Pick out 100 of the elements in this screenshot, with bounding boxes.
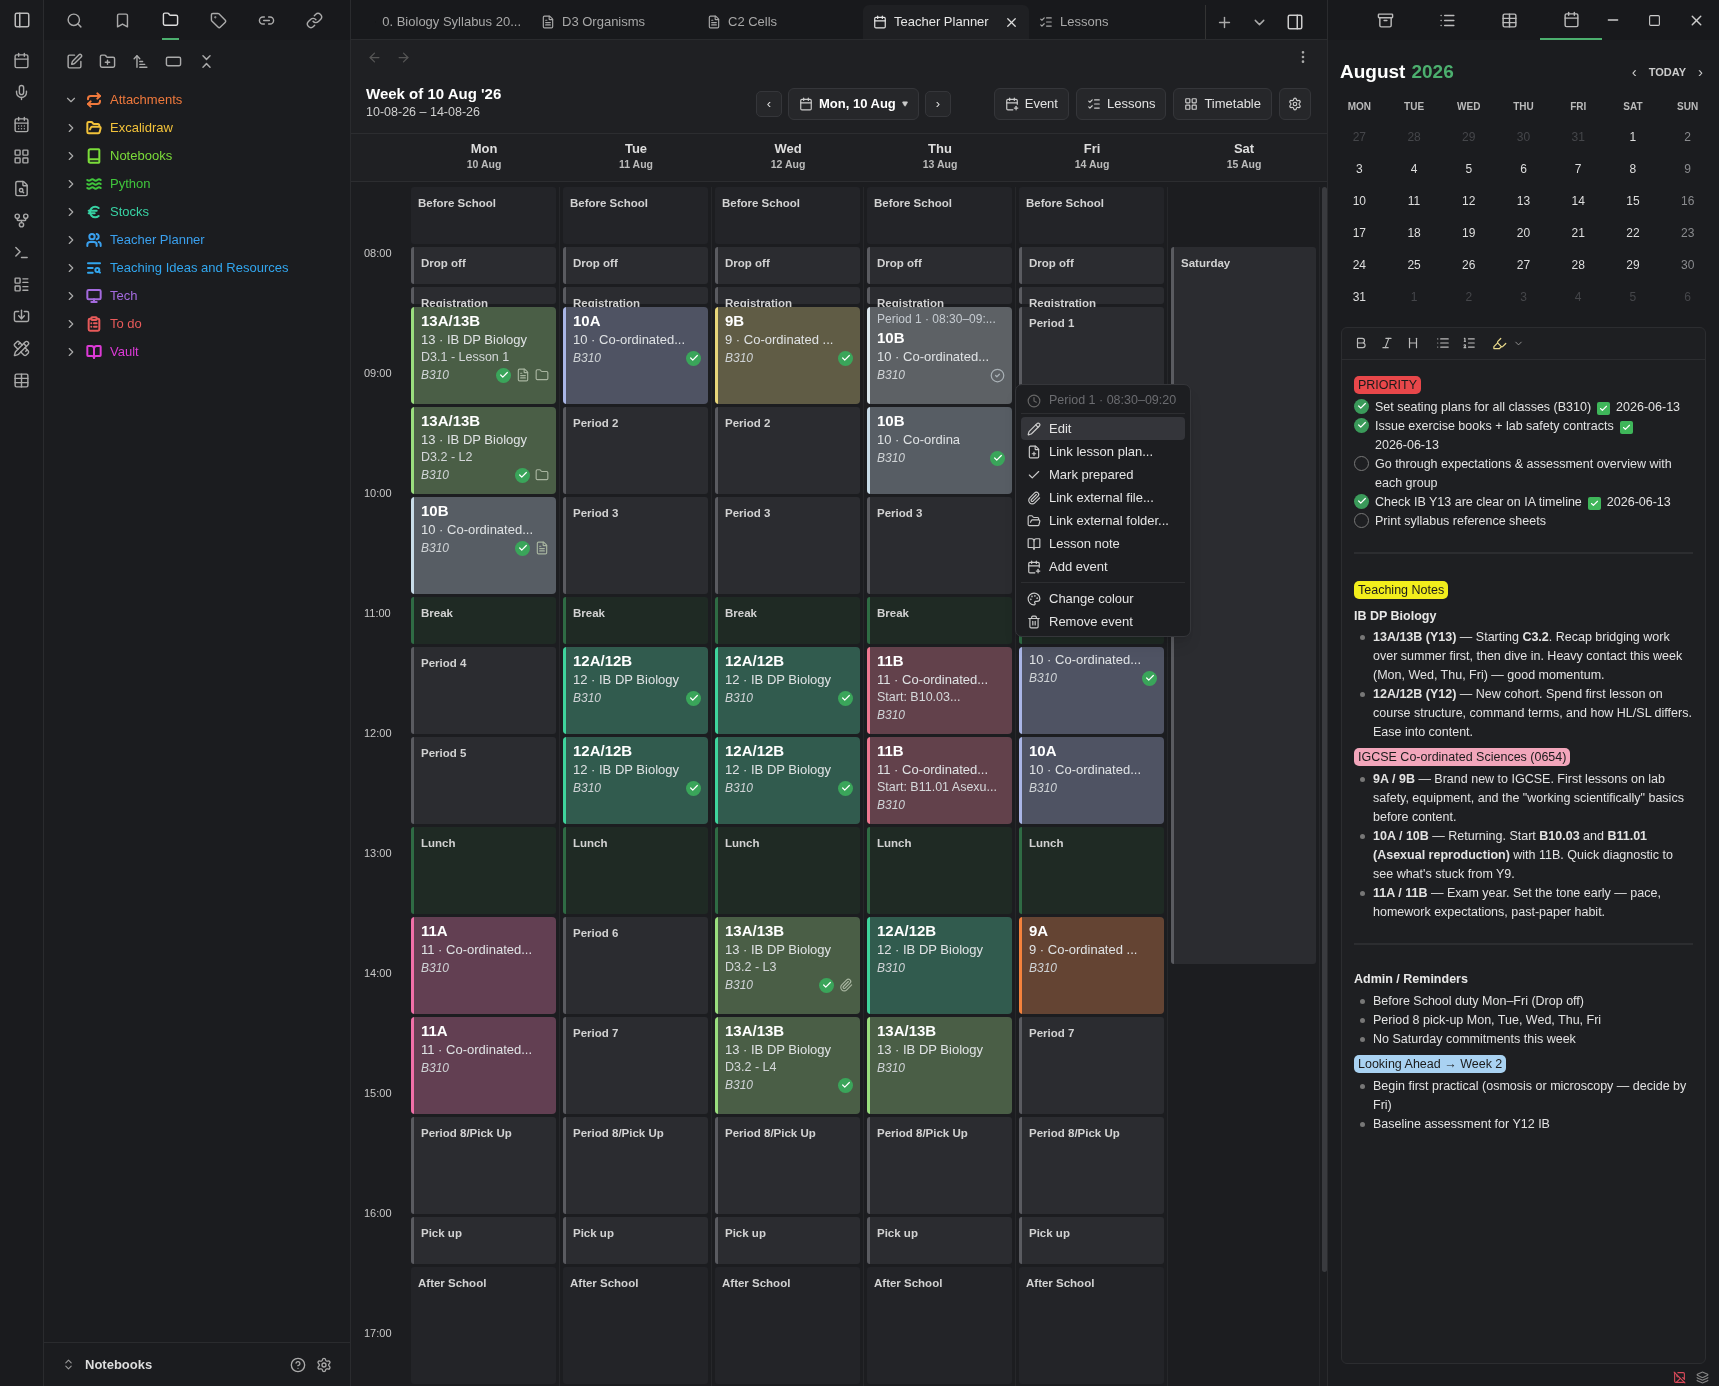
calendar-day[interactable]: 3: [1356, 159, 1363, 178]
maximize-icon[interactable]: [1648, 13, 1661, 27]
calendar-day[interactable]: 15: [1626, 191, 1640, 210]
calendar-day[interactable]: 27: [1516, 255, 1531, 274]
tree-item[interactable]: Vault: [44, 338, 350, 366]
archive-icon[interactable]: [1376, 11, 1394, 29]
bullet-list-icon[interactable]: [1436, 336, 1450, 350]
menu-item[interactable]: Link external folder...: [1021, 509, 1185, 532]
calendar-day[interactable]: 17: [1352, 223, 1367, 242]
calendar-day[interactable]: 16: [1680, 191, 1695, 210]
calendar-icon[interactable]: [1562, 10, 1580, 28]
bold-icon[interactable]: [1354, 336, 1368, 350]
calendar-day[interactable]: 12: [1462, 191, 1476, 210]
sort-icon[interactable]: [132, 52, 149, 70]
calendar-day[interactable]: 11: [1407, 191, 1421, 210]
italic-icon[interactable]: [1380, 336, 1394, 350]
settings-button[interactable]: [1279, 87, 1311, 120]
lesson-card[interactable]: 10A 10 · Co-ordinated... B310: [1019, 737, 1164, 824]
tree-item[interactable]: Tech: [44, 282, 350, 310]
table-icon[interactable]: [1500, 11, 1518, 29]
lesson-card[interactable]: 12A/12B 12 · IB DP Biology B310: [867, 917, 1012, 1014]
grid-icon[interactable]: [13, 148, 30, 165]
calendar-day[interactable]: 31: [1352, 287, 1367, 306]
lesson-card[interactable]: 13A/13B 13 · IB DP Biology D3.2 - L2 B310: [411, 407, 556, 494]
tab[interactable]: D3 Organisms: [531, 5, 697, 39]
new-folder-icon[interactable]: [99, 52, 116, 70]
tab[interactable]: 0. Biology Syllabus 20...: [365, 5, 531, 39]
bookmark-icon[interactable]: [114, 11, 131, 29]
microphone-icon[interactable]: [13, 84, 30, 101]
tree-item[interactable]: Teaching Ideas and Resources: [44, 254, 350, 282]
lesson-card[interactable]: 9A 9 · Co-ordinated ... B310: [1019, 917, 1164, 1014]
lesson-card[interactable]: 11A 11 · Co-ordinated... B310: [411, 917, 556, 1014]
date-picker-button[interactable]: Mon, 10 Aug: [788, 87, 919, 120]
calendar-icon[interactable]: [13, 52, 30, 69]
lesson-card[interactable]: 10B 10 · Co-ordina B310: [867, 407, 1012, 494]
tree-item[interactable]: To do: [44, 310, 350, 338]
calendar-day[interactable]: 4: [1410, 159, 1418, 178]
calendar-day[interactable]: 6: [1520, 159, 1527, 178]
calendar-day[interactable]: 8: [1629, 159, 1637, 178]
lesson-card[interactable]: 13A/13B 13 · IB DP Biology D3.1 - Lesson 1 B310: [411, 307, 556, 404]
calendar-day[interactable]: 30: [1680, 255, 1695, 274]
checkbox[interactable]: [1354, 398, 1369, 414]
calendar-icon[interactable]: [13, 116, 30, 133]
right-panel-icon[interactable]: [1286, 13, 1304, 31]
tree-item[interactable]: Notebooks: [44, 142, 350, 170]
lesson-card[interactable]: 13A/13B 13 · IB DP Biology D3.2 - L3 B310: [715, 917, 860, 1014]
tree-item[interactable]: Stocks: [44, 198, 350, 226]
lesson-card[interactable]: Period 1 · 08:30–09:... 10B 10 · Co-ordinated... B310: [867, 307, 1012, 404]
calendar-day[interactable]: 23: [1680, 223, 1695, 242]
checkbox[interactable]: [1354, 417, 1369, 433]
previous-week-button[interactable]: ‹: [756, 90, 782, 117]
calendar-day[interactable]: 25: [1407, 255, 1421, 274]
help-icon[interactable]: [290, 1356, 306, 1373]
menu-item[interactable]: Lesson note: [1021, 532, 1185, 555]
list-icon[interactable]: [13, 276, 30, 293]
calendar-day[interactable]: 7: [1574, 159, 1582, 178]
tree-item[interactable]: Teacher Planner: [44, 226, 350, 254]
calendar-day[interactable]: 20: [1516, 223, 1531, 242]
calendar-day[interactable]: 1: [1629, 127, 1637, 146]
toolbar-button[interactable]: Event: [993, 87, 1069, 120]
menu-item[interactable]: Add event: [1021, 555, 1185, 578]
calendar-day[interactable]: 5: [1465, 159, 1473, 178]
menu-item[interactable]: Mark prepared: [1021, 463, 1185, 486]
import-icon[interactable]: [13, 308, 30, 325]
calendar-day[interactable]: 13: [1516, 191, 1531, 210]
settings-icon[interactable]: [316, 1356, 332, 1373]
calendar-day[interactable]: 21: [1571, 223, 1585, 242]
calendar-day[interactable]: 19: [1462, 223, 1476, 242]
sidebar-toggle-icon[interactable]: [12, 11, 31, 29]
lesson-card[interactable]: 11A 11 · Co-ordinated... B310: [411, 1017, 556, 1114]
lesson-card[interactable]: 10A 10 · Co-ordinated... B310: [563, 307, 708, 404]
highlighter-icon[interactable]: [1492, 335, 1507, 351]
calendar-day[interactable]: 9: [1684, 159, 1691, 178]
lesson-card[interactable]: 10B 10 · Co-ordinated... B310: [411, 497, 556, 594]
calendar-day[interactable]: 10: [1352, 191, 1367, 210]
new-note-icon[interactable]: [66, 52, 83, 70]
calendar-day[interactable]: 22: [1626, 223, 1640, 242]
lesson-card[interactable]: 11B 11 · Co-ordinated... Start: B10.03... B310: [867, 647, 1012, 734]
link-icon[interactable]: [306, 11, 323, 29]
checkbox[interactable]: [1354, 493, 1369, 509]
calendar-day[interactable]: 28: [1571, 255, 1585, 274]
lesson-card[interactable]: 12A/12B 12 · IB DP Biology B310: [715, 737, 860, 824]
calendar-day[interactable]: 26: [1462, 255, 1476, 274]
calendar-day[interactable]: 14: [1571, 191, 1585, 210]
next-month-button[interactable]: ›: [1694, 61, 1707, 84]
tree-item[interactable]: Attachments: [44, 86, 350, 114]
lesson-card[interactable]: 12A/12B 12 · IB DP Biology B310: [563, 647, 708, 734]
lesson-card[interactable]: 12A/12B 12 · IB DP Biology B310: [715, 647, 860, 734]
menu-item[interactable]: Remove event: [1021, 610, 1185, 633]
lesson-card[interactable]: 11B 11 · Co-ordinated... Start: B11.01 Asexu... B310: [867, 737, 1012, 824]
toolbar-button[interactable]: Timetable: [1173, 87, 1272, 120]
table-icon[interactable]: [13, 372, 30, 389]
vault-name[interactable]: Notebooks: [85, 1354, 153, 1375]
today-button[interactable]: TODAY: [1644, 64, 1690, 81]
lesson-card[interactable]: 12A/12B 12 · IB DP Biology B310: [563, 737, 708, 824]
calendar-day[interactable]: 24: [1352, 255, 1367, 274]
numbered-list-icon[interactable]: [1462, 336, 1476, 350]
calendar-day[interactable]: 29: [1626, 255, 1640, 274]
tag-icon[interactable]: [210, 11, 227, 29]
menu-item[interactable]: Change colour: [1021, 587, 1185, 610]
